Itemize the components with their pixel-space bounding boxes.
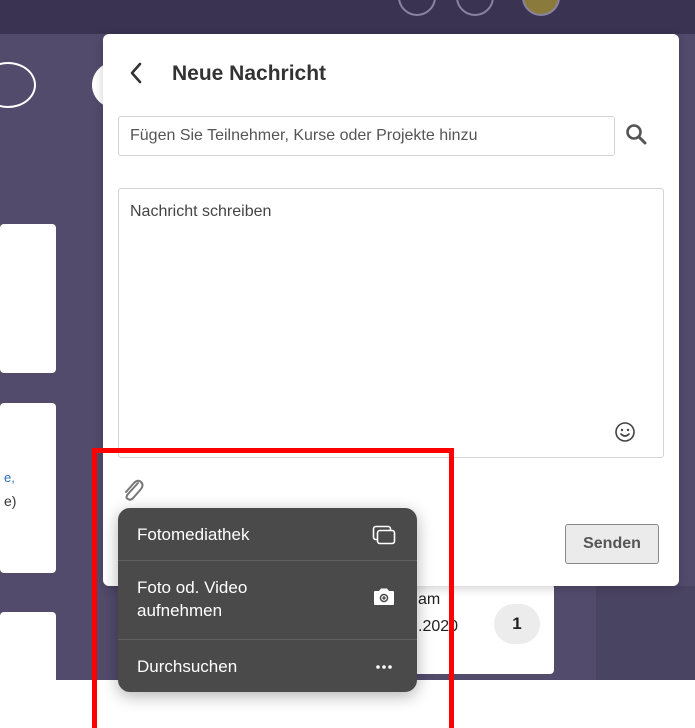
background-card-3[interactable] <box>0 612 56 709</box>
recipient-input[interactable] <box>118 116 615 156</box>
paperclip-icon[interactable] <box>120 477 144 503</box>
top-avatar-1[interactable] <box>398 0 436 16</box>
background-card-text-2: .2020 <box>418 618 459 635</box>
background-card-text-1: am <box>418 591 441 608</box>
menu-item-label: Foto od. Video aufnehmen <box>137 578 248 620</box>
left-card-snippet-1: e, <box>4 470 15 485</box>
search-icon[interactable] <box>624 122 648 146</box>
photo-library-icon <box>372 525 396 545</box>
menu-item-photo-library[interactable]: Fotomediathek <box>118 508 417 560</box>
camera-icon <box>374 588 394 605</box>
background-card-2[interactable] <box>0 403 56 573</box>
back-button[interactable] <box>128 60 144 90</box>
message-textarea[interactable] <box>118 188 664 458</box>
chevron-left-icon <box>130 62 142 84</box>
top-avatar-2[interactable] <box>456 0 494 16</box>
top-bar <box>0 0 695 34</box>
unread-count-badge: 1 <box>494 604 540 644</box>
attach-menu: Fotomediathek Foto od. Video aufnehmen D… <box>118 508 417 692</box>
left-card-snippet-2: e) <box>4 493 17 509</box>
menu-item-label: Fotomediathek <box>137 525 250 544</box>
menu-item-label: Durchsuchen <box>137 657 238 676</box>
page-title: Neue Nachricht <box>172 62 327 85</box>
background-right-column <box>596 586 695 680</box>
more-icon <box>376 665 392 669</box>
emoji-icon[interactable] <box>614 421 636 443</box>
top-avatar-3[interactable] <box>522 0 560 16</box>
send-button[interactable]: Senden <box>565 524 659 564</box>
new-message-panel: Neue Nachricht Senden <box>103 34 679 586</box>
background-card-1[interactable] <box>0 224 56 373</box>
menu-item-browse[interactable]: Durchsuchen <box>118 640 417 692</box>
menu-item-take-photo[interactable]: Foto od. Video aufnehmen <box>118 561 417 639</box>
